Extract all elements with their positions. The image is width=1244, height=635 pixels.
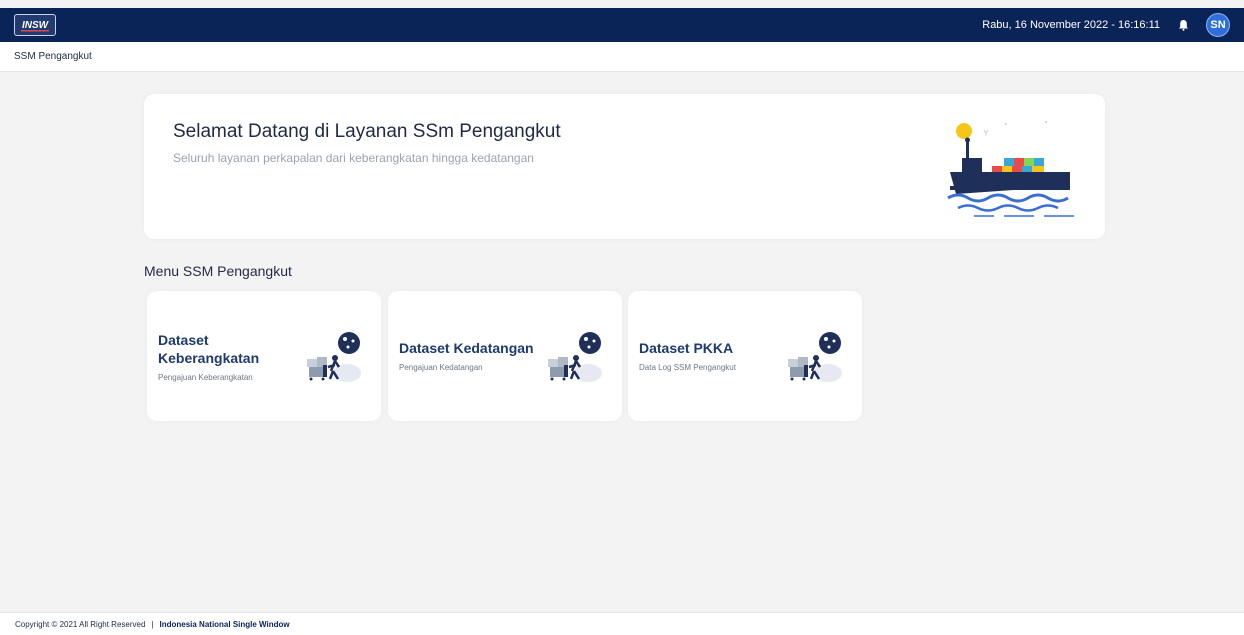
card-subtitle: Data Log SSM Pengangkut: [639, 363, 736, 372]
insw-logo-icon[interactable]: INSW: [14, 14, 56, 36]
footer: Copyright © 2021 All Right Reserved | In…: [0, 612, 1244, 635]
footer-separator: |: [151, 619, 154, 629]
card-title: Dataset Kedatangan: [399, 340, 534, 356]
menu-card-kedatangan[interactable]: Dataset Kedatangan Pengajuan Kedatangan: [388, 291, 622, 421]
menu-section-title: Menu SSM Pengangkut: [144, 263, 292, 279]
welcome-title: Selamat Datang di Layanan SSm Pengangkut: [173, 121, 561, 142]
logistics-illustration-icon: [548, 332, 602, 382]
user-avatar[interactable]: SN: [1206, 13, 1230, 37]
breadcrumb: SSM Pengangkut: [0, 42, 1244, 72]
card-subtitle: Pengajuan Kedatangan: [399, 363, 483, 372]
footer-brand[interactable]: Indonesia National Single Window: [159, 620, 289, 629]
menu-card-keberangkatan[interactable]: Dataset Keberangkatan Pengajuan Keberang…: [147, 291, 381, 421]
navbar-right: Rabu, 16 November 2022 - 16:16:11 SN: [982, 13, 1230, 37]
top-navbar: INSW Rabu, 16 November 2022 - 16:16:11 S…: [0, 8, 1244, 42]
card-title: Dataset PKKA: [639, 340, 734, 356]
card-title: Dataset Keberangkatan: [158, 332, 260, 366]
card-subtitle: Pengajuan Keberangkatan: [158, 373, 253, 382]
breadcrumb-item-current[interactable]: SSM Pengangkut: [14, 51, 92, 62]
ship-illustration-icon: [947, 121, 1074, 217]
footer-copyright: Copyright © 2021 All Right Reserved: [15, 619, 146, 629]
welcome-banner: Selamat Datang di Layanan SSm Pengangkut…: [144, 94, 1105, 239]
svg-text:INSW: INSW: [22, 20, 50, 31]
welcome-subtitle: Seluruh layanan perkapalan dari keberang…: [173, 151, 534, 165]
logistics-illustration-icon: [307, 332, 361, 382]
menu-card-pkka[interactable]: Dataset PKKA Data Log SSM Pengangkut: [628, 291, 862, 421]
datetime-display: Rabu, 16 November 2022 - 16:16:11: [982, 19, 1160, 31]
bell-icon[interactable]: [1176, 18, 1190, 32]
logistics-illustration-icon: [788, 332, 842, 382]
